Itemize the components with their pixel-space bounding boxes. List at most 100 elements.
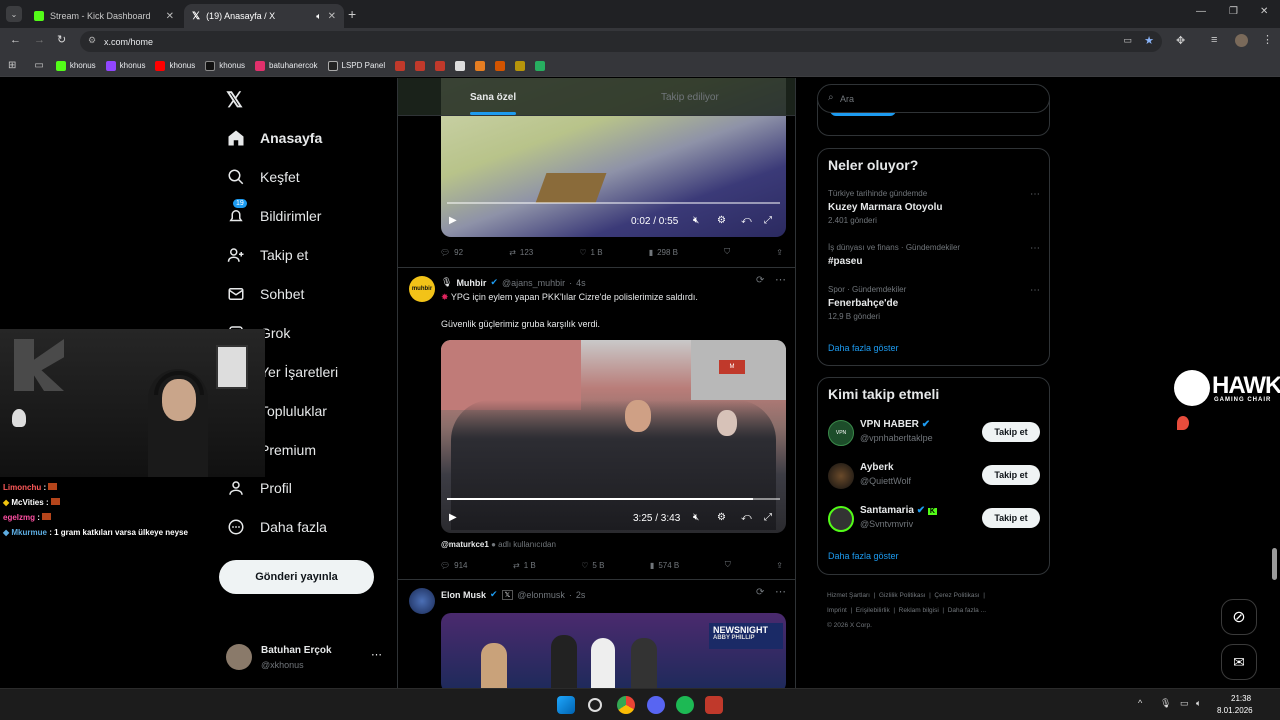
reply-button[interactable]: 💬︎ 914 [440,560,468,570]
bookmark-youtube[interactable]: khonus [155,60,195,71]
video-progress[interactable] [447,498,780,500]
grok-float-button[interactable]: ⊘ [1221,599,1257,635]
minimize-button[interactable]: — [1196,6,1206,17]
follow-suggestion[interactable]: VPN VPN HABER ✔ @vpnhaberltaklpe Takip e… [828,416,1040,452]
more-dots-icon[interactable]: ⋯ [775,585,786,598]
play-icon[interactable]: ▶ [449,512,457,523]
account-switcher[interactable]: Batuhan Erçok @xkhonus ⋯ [226,640,386,676]
chrome-icon[interactable] [617,696,635,714]
retweet-button[interactable]: ⇄ 123 [509,247,533,257]
folder-icon[interactable]: ▭ [34,60,43,71]
scrollbar[interactable] [1272,548,1277,580]
author-name[interactable]: Muhbir [456,278,486,288]
more-dots-icon[interactable]: ⋯ [1030,243,1040,254]
tray-chevron-icon[interactable]: ^ [1138,698,1142,708]
maximize-button[interactable]: ❐ [1229,6,1238,17]
sidebar-item-messages[interactable]: Sohbet [225,277,304,311]
bookmark-icon[interactable] [535,60,546,71]
app-icon[interactable] [705,696,723,714]
tweet-video[interactable]: NEWSNIGHT ABBY PHILLIP [441,613,786,688]
tweet-video[interactable]: M ▶ 3:25 / 3:43 🔇︎ ⚙︎ ⤺ ⤢ [441,340,786,533]
bookmark-kick[interactable]: khonus [55,60,96,71]
footer-link[interactable]: Imprint [827,607,847,614]
mute-icon[interactable]: 🔇︎ [693,215,699,226]
tab-search-button[interactable]: ⌄ [6,6,22,22]
grok-icon[interactable]: ⟳ [756,587,764,598]
follow-button[interactable]: Takip et [982,465,1040,485]
footer-link[interactable]: Erişilebilirlik [856,607,890,614]
sidebar-item-home[interactable]: Anasayfa [225,121,322,155]
tab-following[interactable]: Takip ediliyor [661,92,719,103]
fullscreen-icon[interactable]: ⤢ [764,215,772,226]
footer-link[interactable]: Reklam bilgisi [899,607,939,614]
profile-avatar[interactable] [1235,34,1248,47]
follow-button[interactable]: Takip et [982,508,1040,528]
more-dots-icon[interactable]: ⋯ [1030,285,1040,296]
retweet-button[interactable]: ⇄ 1 B [513,560,536,570]
follow-suggestion[interactable]: Ayberk @QuiettWolf Takip et [828,459,1040,495]
play-icon[interactable]: ▶ [449,215,457,226]
bookmark-instagram[interactable]: batuhanercok [255,60,318,71]
tweet[interactable]: muhbir 🎙︎ Muhbir ✔ @ajans_muhbir · 4s ⟳ … [398,268,795,580]
bookmark-icon[interactable] [495,60,506,71]
author-name[interactable]: Elon Musk [441,590,486,600]
reload-icon[interactable]: ↻ [57,33,66,46]
tweet-time[interactable]: 4s [576,278,586,288]
spotify-icon[interactable] [676,696,694,714]
like-button[interactable]: ♡ 1 B [579,247,602,257]
follow-suggestion[interactable]: Santamaria ✔ K @Svntvmvriv Takip et [828,502,1040,538]
trend-item[interactable]: Spor · Gündemdekiler Fenerbahçe'de 12,9 … [828,285,1040,321]
share-button[interactable]: ⇪ [776,560,783,570]
close-window-button[interactable]: ✕ [1260,6,1268,17]
apps-icon[interactable]: ⊞ [8,60,16,71]
clock-time[interactable]: 21:38 [1231,694,1251,703]
post-button[interactable]: Gönderi yayınla [219,560,374,594]
settings-icon[interactable]: ⚙︎ [717,215,726,226]
video-progress[interactable] [447,202,780,204]
more-dots-icon[interactable]: ⋯ [775,273,786,286]
sidebar-item-notifications[interactable]: 19 Bildirimler [225,199,321,233]
star-icon[interactable]: ★ [1144,34,1154,47]
speaker-icon[interactable]: 🔈︎ [316,11,321,22]
views-button[interactable]: ▮ 574 B [650,560,679,570]
bookmark-button[interactable]: ⛉ [724,247,730,257]
trend-item[interactable]: Türkiye tarihinde gündemde Kuzey Marmara… [828,189,1040,225]
close-icon[interactable]: ✕ [166,11,174,22]
tab-x-home[interactable]: 𝕏 (19) Anasayfa / X 🔈︎ ✕ [184,4,344,28]
bookmark-x[interactable]: khonus [205,60,245,71]
messages-float-button[interactable]: ✉ [1221,644,1257,680]
footer-link[interactable]: Hizmet Şartları [827,592,870,599]
follow-button[interactable]: Takip et [982,422,1040,442]
pip-icon[interactable]: ⤺ [741,215,752,226]
network-icon[interactable]: ▭ [1180,698,1189,709]
bookmark-lspd[interactable]: LSPD Panel [327,60,385,71]
bookmark-icon[interactable] [395,60,406,71]
views-button[interactable]: ▮ 298 B [649,247,678,257]
back-icon[interactable]: ← [10,34,21,46]
address-bar[interactable]: ⚙︎ x.com/home ▭ ★ [80,31,1162,52]
credit-user[interactable]: @maturkce1 [441,540,489,549]
volume-icon[interactable]: 🔈︎ [1196,698,1201,709]
sidebar-item-explore[interactable]: Keşfet [225,160,300,194]
settings-icon[interactable]: ⚙︎ [717,512,726,523]
search-input[interactable]: ⌕ Ara [817,84,1050,113]
windows-start-icon[interactable] [557,696,575,714]
more-dots-icon[interactable]: ⋯ [1030,189,1040,200]
bookmark-icon[interactable] [415,60,426,71]
footer-link[interactable]: Gizlilik Politikası [879,592,926,599]
close-icon[interactable]: ✕ [328,11,336,22]
share-button[interactable]: ⇪ [776,247,783,257]
media-icon[interactable]: ≡ [1211,34,1217,46]
discord-icon[interactable] [647,696,665,714]
new-tab-button[interactable]: + [348,6,356,22]
bookmark-icon[interactable] [475,60,486,71]
like-button[interactable]: ♡ 5 B [581,560,604,570]
bookmark-icon[interactable] [435,60,446,71]
tweet-time[interactable]: 2s [576,590,586,600]
bookmark-twitch[interactable]: khonus [105,60,145,71]
footer-link[interactable]: Çerez Politikası [934,592,979,599]
show-more-link[interactable]: Daha fazla göster [828,551,899,561]
tab-for-you[interactable]: Sana özel [470,92,516,103]
reply-button[interactable]: 💬︎ 92 [440,247,463,257]
trend-item[interactable]: İş dünyası ve finans · Gündemdekiler #pa… [828,243,1040,270]
